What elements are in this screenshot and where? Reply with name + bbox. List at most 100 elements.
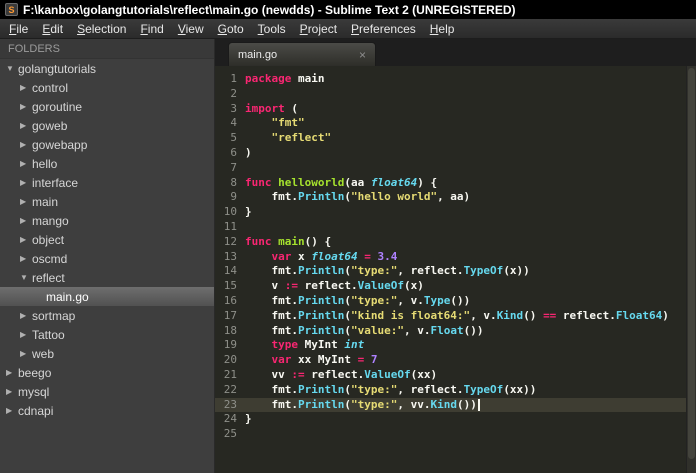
code-line-2[interactable]: 2 <box>215 87 686 102</box>
menu-goto[interactable]: Goto <box>211 20 251 38</box>
tree-item-label: goweb <box>32 118 68 133</box>
code-text: type MyInt int <box>271 338 365 352</box>
chevron-right-icon[interactable]: ▶ <box>20 349 32 358</box>
code-line-25[interactable]: 25 <box>215 427 686 442</box>
chevron-right-icon[interactable]: ▶ <box>20 330 32 339</box>
chevron-right-icon[interactable]: ▶ <box>6 368 18 377</box>
code-text: fmt.Println("type:", reflect.TypeOf(x)) <box>245 264 530 278</box>
folder-reflect[interactable]: ▼ reflect <box>0 268 214 287</box>
folder-golangtutorials[interactable]: ▼ golangtutorials <box>0 59 214 78</box>
menu-edit[interactable]: Edit <box>35 20 70 38</box>
chevron-down-icon[interactable]: ▼ <box>6 64 18 73</box>
code-line-16[interactable]: 16 fmt.Println("type:", v.Type()) <box>215 294 686 309</box>
code-line-19[interactable]: 19 type MyInt int <box>215 338 686 353</box>
code-line-3[interactable]: 3 import ( <box>215 102 686 117</box>
code-line-18[interactable]: 18 fmt.Println("value:", v.Float()) <box>215 324 686 339</box>
tab-close-icon[interactable]: × <box>359 48 366 62</box>
line-number: 23 <box>223 397 237 411</box>
chevron-right-icon[interactable]: ▶ <box>20 254 32 263</box>
folder-goroutine[interactable]: ▶ goroutine <box>0 97 214 116</box>
code-line-11[interactable]: 11 <box>215 220 686 235</box>
tree-item-label: sortmap <box>32 308 76 323</box>
code-line-17[interactable]: 17 fmt.Println("kind is float64:", v.Kin… <box>215 309 686 324</box>
code-line-24[interactable]: 24} <box>215 412 686 427</box>
chevron-right-icon[interactable]: ▶ <box>6 387 18 396</box>
line-number: 7 <box>230 160 237 174</box>
chevron-right-icon[interactable]: ▶ <box>20 197 32 206</box>
tab-main-go[interactable]: main.go × <box>228 42 376 66</box>
code-line-23[interactable]: 23 fmt.Println("type:", vv.Kind()) <box>215 397 686 413</box>
chevron-down-icon[interactable]: ▼ <box>20 273 32 282</box>
chevron-right-icon[interactable]: ▶ <box>20 121 32 130</box>
menu-file[interactable]: File <box>2 20 35 38</box>
folder-mango[interactable]: ▶ mango <box>0 211 214 230</box>
chevron-right-icon[interactable]: ▶ <box>20 311 32 320</box>
chevron-right-icon[interactable]: ▶ <box>20 235 32 244</box>
folder-oscmd[interactable]: ▶ oscmd <box>0 249 214 268</box>
folder-tattoo[interactable]: ▶ Tattoo <box>0 325 214 344</box>
code-lines[interactable]: 1 package main 2 3 import (4 "fmt" 5 "reflect… <box>215 66 686 473</box>
tree-item-label: control <box>32 80 69 95</box>
code-line-9[interactable]: 9 fmt.Println("hello world", aa) <box>215 190 686 205</box>
chevron-right-icon[interactable]: ▶ <box>20 83 32 92</box>
menu-help[interactable]: Help <box>423 20 462 38</box>
folder-control[interactable]: ▶ control <box>0 78 214 97</box>
line-number: 2 <box>230 86 237 100</box>
code-line-1[interactable]: 1 package main <box>215 72 686 87</box>
folder-mysql[interactable]: ▶ mysql <box>0 382 214 401</box>
folder-web[interactable]: ▶ web <box>0 344 214 363</box>
folder-main[interactable]: ▶ main <box>0 192 214 211</box>
code-line-21[interactable]: 21 vv := reflect.ValueOf(xx) <box>215 368 686 383</box>
code-line-20[interactable]: 20 var xx MyInt = 7 <box>215 353 686 368</box>
menu-view[interactable]: View <box>171 20 211 38</box>
folder-gowebapp[interactable]: ▶ gowebapp <box>0 135 214 154</box>
code-text: } <box>245 412 252 426</box>
code-line-4[interactable]: 4 "fmt" <box>215 116 686 131</box>
line-number: 24 <box>223 412 237 426</box>
tree-item-label: web <box>32 346 55 361</box>
code-line-7[interactable]: 7 <box>215 161 686 176</box>
folder-goweb[interactable]: ▶ goweb <box>0 116 214 135</box>
scrollbar-thumb[interactable] <box>688 68 695 459</box>
vertical-scrollbar[interactable] <box>686 66 696 473</box>
code-line-12[interactable]: 12 func main() { <box>215 235 686 250</box>
line-number: 20 <box>223 353 237 367</box>
line-number: 14 <box>223 264 237 278</box>
menu-tools[interactable]: Tools <box>251 20 293 38</box>
code-line-22[interactable]: 22 fmt.Println("type:", reflect.TypeOf(x… <box>215 383 686 398</box>
chevron-right-icon[interactable]: ▶ <box>20 216 32 225</box>
line-number: 3 <box>230 101 237 115</box>
chevron-right-icon[interactable]: ▶ <box>20 102 32 111</box>
file-main.go[interactable]: main.go <box>0 287 214 306</box>
folder-sortmap[interactable]: ▶ sortmap <box>0 306 214 325</box>
code-line-8[interactable]: 8 func helloworld(aa float64) { <box>215 176 686 191</box>
code-line-10[interactable]: 10} <box>215 205 686 220</box>
code-line-5[interactable]: 5 "reflect" <box>215 131 686 146</box>
menu-project[interactable]: Project <box>293 20 344 38</box>
tab-bar: main.go × <box>215 39 696 66</box>
line-number: 8 <box>230 175 237 189</box>
chevron-right-icon[interactable]: ▶ <box>20 159 32 168</box>
folder-interface[interactable]: ▶ interface <box>0 173 214 192</box>
code-line-14[interactable]: 14 fmt.Println("type:", reflect.TypeOf(x… <box>215 264 686 279</box>
folder-beego[interactable]: ▶ beego <box>0 363 214 382</box>
chevron-right-icon[interactable]: ▶ <box>6 406 18 415</box>
menu-preferences[interactable]: Preferences <box>344 20 423 38</box>
folder-object[interactable]: ▶ object <box>0 230 214 249</box>
code-line-15[interactable]: 15 v := reflect.ValueOf(x) <box>215 279 686 294</box>
chevron-right-icon[interactable]: ▶ <box>20 140 32 149</box>
chevron-right-icon[interactable]: ▶ <box>20 178 32 187</box>
code-text: vv := reflect.ValueOf(xx) <box>245 367 438 381</box>
folder-cdnapi[interactable]: ▶ cdnapi <box>0 401 214 420</box>
window-title: F:\kanbox\golangtutorials\reflect\main.g… <box>23 2 516 17</box>
menu-selection[interactable]: Selection <box>70 20 133 38</box>
code-text: var xx MyInt = 7 <box>271 353 378 367</box>
title-bar[interactable]: S F:\kanbox\golangtutorials\reflect\main… <box>0 0 696 19</box>
line-number: 1 <box>230 72 237 85</box>
code-line-6[interactable]: 6) <box>215 146 686 161</box>
menu-find[interactable]: Find <box>133 20 170 38</box>
code-line-13[interactable]: 13 var x float64 = 3.4 <box>215 250 686 265</box>
line-number: 5 <box>230 131 237 145</box>
folder-hello[interactable]: ▶ hello <box>0 154 214 173</box>
